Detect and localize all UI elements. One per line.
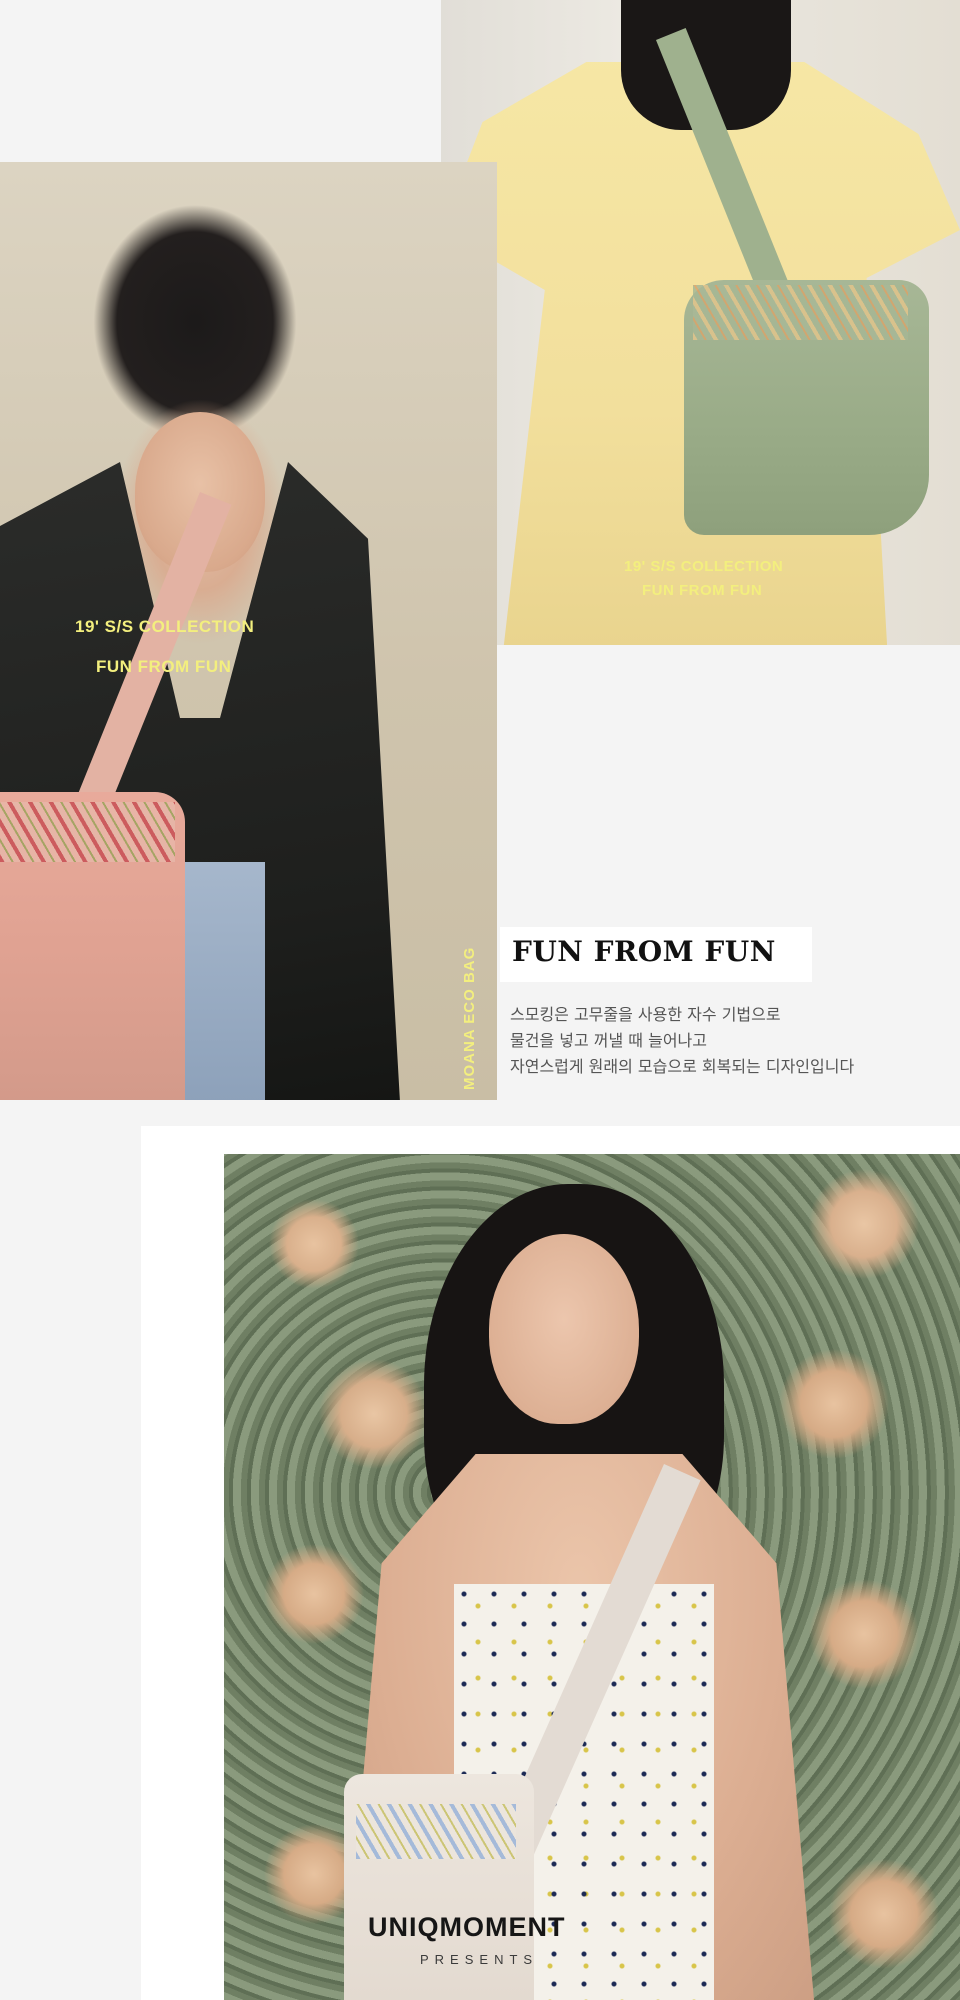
ivory-bag-smocking xyxy=(356,1804,516,1859)
description-line: 자연스럽게 원래의 모습으로 회복되는 디자인입니다 xyxy=(510,1057,855,1076)
right-collection-subtitle: FUN FROM FUN xyxy=(642,582,763,599)
model-face xyxy=(489,1234,639,1424)
brand-subtitle: PRESENTS xyxy=(420,1952,539,1967)
brand-logo-text: UNIQMOMENT xyxy=(368,1912,566,1942)
pink-bag-smocking xyxy=(0,802,175,862)
right-collection-title: 19' S/S COLLECTION xyxy=(624,558,784,575)
product-name-vertical: MOANA ECO BAG xyxy=(461,946,478,1090)
left-collection-title: 19' S/S COLLECTION xyxy=(75,617,255,636)
headline: FUN FROM FUN xyxy=(512,935,776,968)
description-line: 물건을 넣고 꺼낼 때 늘어나고 xyxy=(510,1031,707,1050)
green-bag-smocking xyxy=(693,285,908,340)
product-photo-floral-wallpaper xyxy=(224,1154,960,2000)
product-description: 스모킹은 고무줄을 사용한 자수 기법으로 물건을 넣고 꺼낼 때 늘어나고 자… xyxy=(510,1002,940,1080)
description-line: 스모킹은 고무줄을 사용한 자수 기법으로 xyxy=(510,1005,781,1024)
product-photo-yellow-dress xyxy=(441,0,960,645)
top-left-spacer xyxy=(0,0,441,162)
left-collection-subtitle: FUN FROM FUN xyxy=(96,657,232,676)
